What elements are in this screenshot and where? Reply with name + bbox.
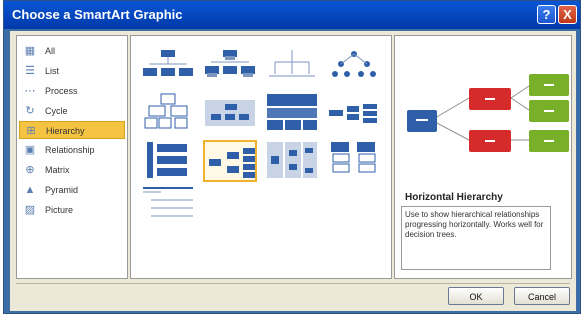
- matrix-icon: ⊕: [25, 164, 35, 176]
- ok-button[interactable]: OK: [448, 287, 504, 305]
- preview-pane: Horizontal Hierarchy Use to show hierarc…: [394, 35, 572, 279]
- category-hierarchy[interactable]: ⊞ Hierarchy: [19, 121, 125, 139]
- preview-diagram: [397, 40, 569, 164]
- table-list-thumbnail[interactable]: [265, 92, 319, 134]
- smartart-dialog: Choose a SmartArt Graphic ? X ▦ All ☰ Li…: [3, 0, 581, 314]
- help-button[interactable]: ?: [537, 5, 556, 24]
- horizontal-hierarchy-thumbnail[interactable]: [203, 140, 257, 182]
- hierarchy-icon: ⊞: [26, 125, 36, 137]
- name-title-org-chart-thumbnail[interactable]: [203, 44, 257, 86]
- relationship-icon: ▣: [24, 144, 36, 156]
- category-label: All: [45, 46, 56, 56]
- table-hierarchy-thumbnail[interactable]: [141, 92, 195, 134]
- preview-title: Horizontal Hierarchy: [405, 192, 503, 203]
- dialog-client: ▦ All ☰ List ⋯ Process ↻ Cycle ⊞ Hierarc…: [10, 31, 576, 311]
- category-label: Relationship: [45, 145, 95, 155]
- hierarchy-list-thumbnail[interactable]: [327, 140, 381, 182]
- hierarchy-lines-thumbnail[interactable]: [265, 44, 319, 86]
- category-label: Cycle: [45, 106, 68, 116]
- title-bar: Choose a SmartArt Graphic ? X: [4, 1, 580, 29]
- category-matrix[interactable]: ⊕ Matrix: [19, 161, 125, 179]
- picture-icon: ▨: [24, 204, 36, 216]
- horizontal-org-chart-thumbnail[interactable]: [327, 92, 381, 134]
- org-chart-thumbnail[interactable]: [141, 44, 195, 86]
- process-icon: ⋯: [24, 85, 36, 97]
- preview-description: Use to show hierarchical relationships p…: [401, 206, 551, 270]
- category-label: Matrix: [45, 165, 70, 175]
- category-picture[interactable]: ▨ Picture: [19, 201, 125, 219]
- category-list: ▦ All ☰ List ⋯ Process ↻ Cycle ⊞ Hierarc…: [16, 35, 128, 279]
- close-button[interactable]: X: [558, 5, 577, 24]
- layout-gallery: [130, 35, 392, 279]
- category-all[interactable]: ▦ All: [19, 42, 125, 60]
- cycle-icon: ↻: [25, 105, 35, 117]
- list-icon: ☰: [25, 65, 35, 77]
- pyramid-icon: ▲: [24, 184, 36, 196]
- category-pyramid[interactable]: ▲ Pyramid: [19, 181, 125, 199]
- category-process[interactable]: ⋯ Process: [19, 82, 125, 100]
- category-label: Process: [45, 86, 78, 96]
- labeled-hierarchy-thumbnail[interactable]: [327, 44, 381, 86]
- category-cycle[interactable]: ↻ Cycle: [19, 102, 125, 120]
- dialog-title: Choose a SmartArt Graphic: [12, 7, 183, 22]
- category-label: Picture: [45, 205, 74, 215]
- architecture-layout-thumbnail[interactable]: [203, 92, 257, 134]
- vertical-list-hierarchy-thumbnail[interactable]: [141, 140, 195, 182]
- category-list-item[interactable]: ☰ List: [19, 62, 125, 80]
- grid-icon: ▦: [24, 45, 36, 57]
- cancel-button[interactable]: Cancel: [514, 287, 570, 305]
- category-relationship[interactable]: ▣ Relationship: [19, 141, 125, 159]
- category-label: Pyramid: [45, 185, 79, 195]
- category-label: List: [45, 66, 60, 76]
- horizontal-labeled-hierarchy-thumbnail[interactable]: [265, 140, 319, 182]
- category-label: Hierarchy: [46, 126, 85, 136]
- footer-divider: [16, 283, 570, 284]
- lined-list-thumbnail[interactable]: [141, 184, 195, 226]
